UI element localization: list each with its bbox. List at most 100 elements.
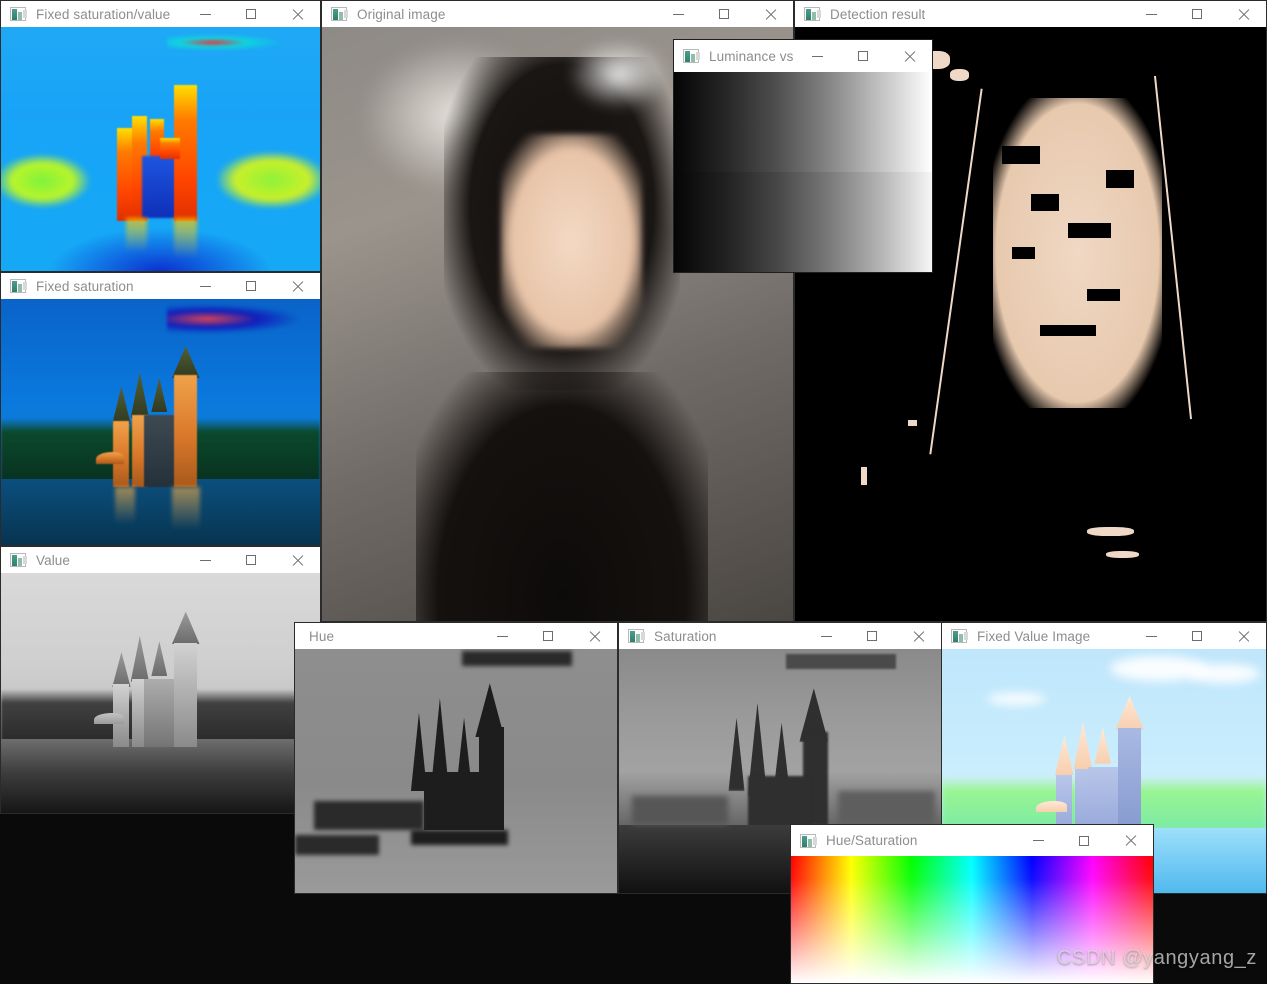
window-controls[interactable] [1128,1,1266,27]
maximize-icon [1192,631,1202,641]
face [500,134,643,349]
jet-sky-artifacts [166,34,282,52]
titlebar[interactable]: Luminance vs ... [674,40,932,72]
titlebar[interactable]: Fixed Value Image [942,623,1266,649]
minimize-icon [1145,13,1157,15]
titlebar[interactable]: Fixed saturation [1,273,320,299]
image-canvas-saturated-castle[interactable] [1,299,320,545]
opencv-image-icon [331,7,347,21]
window-controls[interactable] [794,40,932,72]
image-canvas-hue-channel[interactable] [295,649,617,893]
close-button[interactable] [1107,825,1153,856]
close-icon [912,630,925,643]
titlebar[interactable]: Hue/Saturation [791,825,1153,856]
luminance-band-bottom [674,172,932,272]
maximize-button[interactable] [228,547,274,573]
maximize-icon [246,281,256,291]
minimize-button[interactable] [655,1,701,27]
window-controls[interactable] [182,1,320,27]
minimize-icon [811,55,823,57]
titlebar[interactable]: Value [1,547,320,573]
titlebar[interactable]: Original image [322,1,793,27]
window-title: Value [36,552,71,568]
minimize-button[interactable] [1015,825,1061,856]
window-title: Fixed saturation/value [36,6,171,22]
close-button[interactable] [274,273,320,299]
opencv-image-icon [800,833,816,848]
close-button[interactable] [747,1,793,27]
window-title: Fixed saturation [36,278,134,294]
maximize-button[interactable] [228,1,274,27]
titlebar[interactable]: Fixed saturation/value [1,1,320,27]
window-value[interactable]: Value [0,546,321,814]
opencv-image-icon [683,49,699,63]
maximize-icon [1192,9,1202,19]
maximize-icon [1079,835,1089,846]
image-canvas-value-channel[interactable] [1,573,320,813]
window-controls[interactable] [182,547,320,573]
window-title: Hue/Saturation [826,833,918,848]
maximize-button[interactable] [1174,623,1220,649]
minimize-button[interactable] [1128,1,1174,27]
image-canvas-luminance-gradient[interactable] [674,72,932,272]
opencv-image-icon [804,7,820,21]
opencv-image-icon [951,629,967,643]
maximize-button[interactable] [1061,825,1107,856]
window-title: Hue [309,628,335,644]
maximize-button[interactable] [1174,1,1220,27]
close-icon [588,630,601,643]
window-title: Luminance vs ... [709,48,794,64]
window-fixed-saturation-value[interactable]: Fixed saturation/value [0,0,321,272]
minimize-button[interactable] [479,623,525,649]
window-controls[interactable] [1015,825,1153,856]
titlebar[interactable]: Hue [295,623,617,649]
window-hue[interactable]: Hue [294,622,618,894]
minimize-icon [820,635,832,637]
maximize-button[interactable] [701,1,747,27]
minimize-icon [199,285,211,287]
close-button[interactable] [1220,623,1266,649]
maximize-icon [246,9,256,19]
maximize-button[interactable] [228,273,274,299]
close-icon [1237,8,1250,21]
close-button[interactable] [895,623,941,649]
window-controls[interactable] [1128,623,1266,649]
jet-trees-left [1,154,91,209]
minimize-button[interactable] [794,40,840,72]
close-icon [1124,834,1137,847]
castle [93,611,218,747]
minimize-button[interactable] [182,1,228,27]
close-icon [764,8,777,21]
water [1,739,320,813]
maximize-button[interactable] [840,40,886,72]
close-icon [903,50,916,63]
window-controls[interactable] [655,1,793,27]
image-canvas-jet-castle[interactable] [1,27,320,271]
close-button[interactable] [886,40,932,72]
titlebar[interactable]: Detection result [795,1,1266,27]
close-button[interactable] [571,623,617,649]
minimize-button[interactable] [182,273,228,299]
close-button[interactable] [274,1,320,27]
minimize-icon [199,13,211,15]
minimize-button[interactable] [803,623,849,649]
minimize-button[interactable] [182,547,228,573]
castle [96,343,218,530]
minimize-button[interactable] [1128,623,1174,649]
window-controls[interactable] [479,623,617,649]
window-fixed-saturation[interactable]: Fixed saturation [0,272,321,546]
window-title: Fixed Value Image [977,628,1091,644]
black-top [416,372,709,621]
window-luminance[interactable]: Luminance vs ... [673,39,933,273]
window-controls[interactable] [182,273,320,299]
maximize-button[interactable] [849,623,895,649]
maximize-icon [246,555,256,565]
close-button[interactable] [1220,1,1266,27]
maximize-icon [543,631,553,641]
maximize-button[interactable] [525,623,571,649]
opencv-image-icon [10,279,26,293]
close-button[interactable] [274,547,320,573]
close-icon [1237,630,1250,643]
titlebar[interactable]: Saturation [619,623,941,649]
window-controls[interactable] [803,623,941,649]
